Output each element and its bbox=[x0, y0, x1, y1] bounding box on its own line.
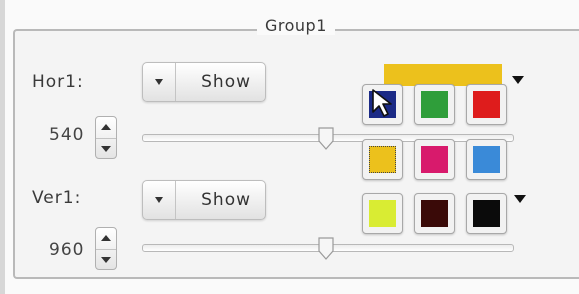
hor-combo-value: Show bbox=[201, 72, 251, 92]
ver-spin-up-button[interactable] bbox=[96, 228, 116, 250]
swatch-fill bbox=[369, 146, 396, 173]
hor-slider-handle[interactable] bbox=[317, 127, 335, 151]
ver-combo-value: Show bbox=[201, 190, 251, 210]
hor-label: Hor1: bbox=[32, 72, 84, 92]
swatch-magenta[interactable] bbox=[414, 139, 455, 180]
window-edge bbox=[0, 0, 5, 294]
swatch-fill bbox=[369, 200, 396, 227]
ver-spin-down-button[interactable] bbox=[96, 250, 116, 271]
arrow-down-icon bbox=[101, 256, 111, 263]
hor-spinbox[interactable] bbox=[95, 116, 117, 159]
hor-spin-up-button[interactable] bbox=[96, 117, 116, 139]
swatch-red[interactable] bbox=[466, 84, 507, 125]
swatch-fill bbox=[421, 200, 448, 227]
arrow-up-icon bbox=[101, 235, 111, 242]
ver-spinbox[interactable] bbox=[95, 227, 117, 270]
swatch-lime[interactable] bbox=[362, 193, 403, 234]
palette-dropdown-arrow-icon[interactable] bbox=[512, 76, 524, 84]
swatch-maroon[interactable] bbox=[414, 193, 455, 234]
ver-slider-handle[interactable] bbox=[317, 237, 335, 261]
swatch-green[interactable] bbox=[414, 84, 455, 125]
chevron-down-icon bbox=[155, 79, 163, 85]
palette-more-arrow-icon[interactable] bbox=[514, 195, 526, 203]
hor-spin-down-button[interactable] bbox=[96, 139, 116, 160]
swatch-fill bbox=[473, 91, 500, 118]
hor-visibility-combo[interactable]: Show bbox=[142, 62, 266, 102]
swatch-black[interactable] bbox=[466, 193, 507, 234]
arrow-up-icon bbox=[101, 124, 111, 131]
chevron-down-icon bbox=[155, 197, 163, 203]
ver-combo-dropdown-button[interactable] bbox=[143, 181, 176, 219]
current-color-bar[interactable] bbox=[384, 64, 502, 86]
ver-label: Ver1: bbox=[32, 188, 82, 208]
swatch-fill bbox=[473, 146, 500, 173]
swatch-fill bbox=[473, 200, 500, 227]
ver-value: 960 bbox=[49, 240, 85, 260]
swatch-fill bbox=[421, 91, 448, 118]
hor-combo-dropdown-button[interactable] bbox=[143, 63, 176, 101]
swatch-blue[interactable] bbox=[466, 139, 507, 180]
mouse-pointer-icon bbox=[372, 89, 392, 117]
arrow-down-icon bbox=[101, 145, 111, 152]
hor-value: 540 bbox=[49, 125, 85, 145]
swatch-fill bbox=[421, 146, 448, 173]
groupbox-title: Group1 bbox=[257, 16, 335, 35]
ver-visibility-combo[interactable]: Show bbox=[142, 180, 266, 220]
swatch-yellow[interactable] bbox=[362, 139, 403, 180]
